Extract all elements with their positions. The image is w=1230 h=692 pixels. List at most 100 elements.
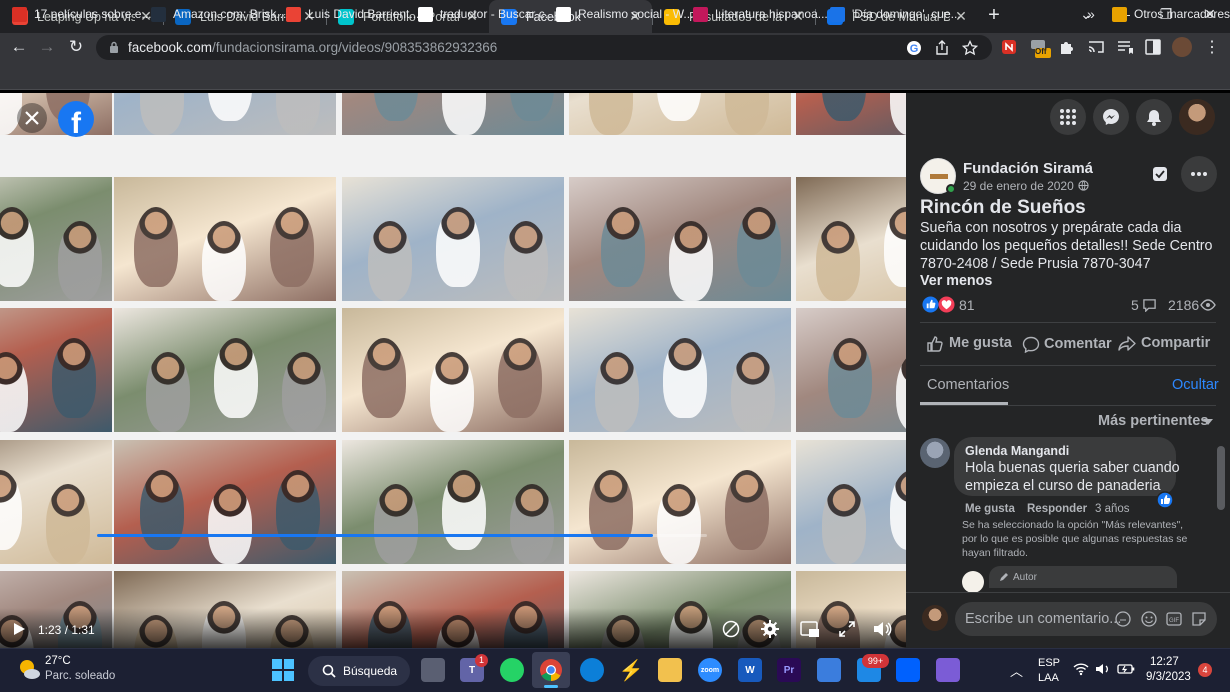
- other-bookmarks[interactable]: Otros marcadores: [1112, 6, 1230, 22]
- weather-temp[interactable]: 27°C: [45, 655, 71, 667]
- caret-down-icon[interactable]: [1203, 419, 1213, 425]
- word-icon[interactable]: W: [738, 658, 762, 682]
- address-bar[interactable]: facebook.com/fundacionsirama.org/videos/…: [96, 35, 992, 60]
- weather-sun-icon[interactable]: [17, 657, 41, 681]
- dropbox-icon[interactable]: [896, 658, 920, 682]
- sticker-icon[interactable]: [1191, 611, 1207, 627]
- post-date[interactable]: 29 de enero de 2020 ·: [963, 179, 1081, 193]
- lightning-app-icon[interactable]: ⚡: [619, 658, 644, 682]
- menu-button[interactable]: [1050, 99, 1086, 135]
- file-explorer-icon[interactable]: [658, 658, 682, 682]
- comments-tab[interactable]: Comentarios: [927, 377, 1009, 393]
- clock-time[interactable]: 12:27: [1150, 656, 1179, 668]
- settings-gear-icon[interactable]: [761, 620, 779, 638]
- mini-player-icon[interactable]: [800, 620, 820, 638]
- comments-scrollbar[interactable]: [1217, 436, 1225, 586]
- love-reaction-icon[interactable]: [938, 296, 955, 313]
- scrollbar-thumb[interactable]: [1217, 446, 1225, 510]
- windows-start-icon[interactable]: [272, 659, 294, 681]
- whatsapp-icon[interactable]: [500, 658, 524, 682]
- write-comment-input[interactable]: Escribe un comentario... GIF: [955, 602, 1217, 636]
- messenger-button[interactable]: [1093, 99, 1129, 135]
- bookmark-item[interactable]: Realismo social - W...: [556, 6, 693, 22]
- sort-comments-dropdown[interactable]: Más pertinentes: [1098, 413, 1208, 429]
- like-reaction-icon[interactable]: [922, 296, 939, 313]
- language-line2[interactable]: LAA: [1038, 672, 1059, 684]
- notifications-button[interactable]: [1136, 99, 1172, 135]
- language-line1[interactable]: ESP: [1038, 657, 1060, 669]
- fullscreen-icon[interactable]: [838, 620, 856, 638]
- bookmarks-overflow-icon[interactable]: »: [1087, 6, 1095, 22]
- reload-button[interactable]: ↻: [66, 37, 86, 57]
- hexagon-app-icon[interactable]: [936, 658, 960, 682]
- comments-count[interactable]: 5: [1131, 297, 1139, 313]
- like-button[interactable]: Me gusta: [920, 330, 1018, 358]
- extensions-puzzle-icon[interactable]: [1058, 38, 1076, 56]
- commenter-avatar[interactable]: [920, 438, 950, 468]
- video-player[interactable]: f: [0, 93, 906, 648]
- forward-button[interactable]: →: [37, 37, 57, 57]
- microsoft-store-icon[interactable]: [817, 658, 841, 682]
- reading-list-icon[interactable]: [1116, 38, 1134, 56]
- comment-like-reaction-icon[interactable]: [1156, 491, 1174, 509]
- captions-off-icon[interactable]: [722, 620, 740, 638]
- bookmark-item[interactable]: 17 películas sobre e...: [12, 6, 151, 22]
- more-options-button[interactable]: [1181, 156, 1217, 192]
- profile-avatar[interactable]: [1172, 37, 1192, 57]
- bookmark-item[interactable]: 'Día domingo', cue...: [830, 6, 961, 22]
- page-name[interactable]: Fundación Siramá: [963, 160, 1093, 177]
- speaker-icon[interactable]: [1095, 662, 1111, 676]
- volume-icon[interactable]: [872, 620, 892, 638]
- new-tab-button[interactable]: +: [978, 0, 1010, 33]
- share-icon[interactable]: [934, 40, 950, 56]
- hide-comments-link[interactable]: Ocultar: [1172, 377, 1219, 393]
- folder-icon: [1112, 6, 1127, 22]
- facebook-logo[interactable]: f: [58, 101, 94, 137]
- save-post-button[interactable]: [1146, 160, 1174, 188]
- comment-age[interactable]: 3 años: [1095, 503, 1130, 515]
- author-reply-avatar[interactable]: [962, 571, 984, 593]
- clock-date[interactable]: 9/3/2023: [1146, 671, 1191, 683]
- comment-button[interactable]: Comentar: [1018, 330, 1116, 358]
- tab-search-icon[interactable]: ⌄: [1066, 0, 1106, 30]
- side-panel-icon[interactable]: [1144, 38, 1162, 56]
- bookmark-item[interactable]: traductor - Buscar c...: [418, 6, 555, 22]
- taskbar-search[interactable]: Búsqueda: [308, 656, 410, 686]
- share-button[interactable]: Compartir: [1116, 330, 1216, 358]
- chrome-menu-icon[interactable]: ⋮: [1204, 37, 1220, 57]
- tray-chevron-icon[interactable]: ︿: [1010, 661, 1023, 680]
- bookmark-item[interactable]: Luis David Barrient...: [286, 6, 419, 22]
- battery-icon[interactable]: [1117, 662, 1135, 676]
- my-avatar[interactable]: [922, 605, 948, 631]
- comment-author[interactable]: Glenda Mangandi: [965, 444, 1069, 458]
- comment-like-link[interactable]: Me gusta: [965, 503, 1015, 515]
- cast-icon[interactable]: [1087, 38, 1105, 56]
- zoom-icon[interactable]: zoom: [698, 658, 722, 682]
- avatar-sticker-icon[interactable]: [1115, 611, 1131, 627]
- comment-text-line: empieza el curso de panaderia: [965, 478, 1161, 494]
- bookmark-star-icon[interactable]: [962, 40, 978, 56]
- gif-icon[interactable]: GIF: [1166, 611, 1182, 627]
- wikipedia-icon: [556, 6, 571, 22]
- extension-red-icon[interactable]: [1000, 38, 1018, 56]
- bookmark-item[interactable]: Literatura hispanoa...: [693, 6, 828, 22]
- edge-icon[interactable]: [580, 658, 604, 682]
- play-icon[interactable]: [12, 622, 26, 636]
- google-lens-icon[interactable]: G: [906, 40, 922, 56]
- reactions-count[interactable]: 81: [959, 297, 975, 313]
- wifi-icon[interactable]: [1073, 662, 1089, 676]
- chrome-taskbar-active[interactable]: [532, 652, 570, 688]
- bookmark-item[interactable]: Amazon.com: Brisk...: [151, 6, 286, 22]
- premiere-icon[interactable]: Pr: [777, 658, 801, 682]
- notification-count[interactable]: 4: [1198, 663, 1212, 677]
- emoji-icon[interactable]: [1141, 611, 1157, 627]
- video-progress-bar[interactable]: [97, 534, 707, 537]
- account-avatar[interactable]: [1179, 99, 1215, 135]
- comment-reply-link[interactable]: Responder: [1027, 503, 1087, 515]
- task-view-icon[interactable]: [421, 658, 445, 682]
- see-less-link[interactable]: Ver menos: [920, 273, 992, 289]
- close-viewer-button[interactable]: [17, 103, 47, 133]
- weather-desc[interactable]: Parc. soleado: [45, 670, 115, 682]
- back-button[interactable]: ←: [9, 37, 29, 57]
- bookmark-label: 17 películas sobre e...: [34, 7, 152, 21]
